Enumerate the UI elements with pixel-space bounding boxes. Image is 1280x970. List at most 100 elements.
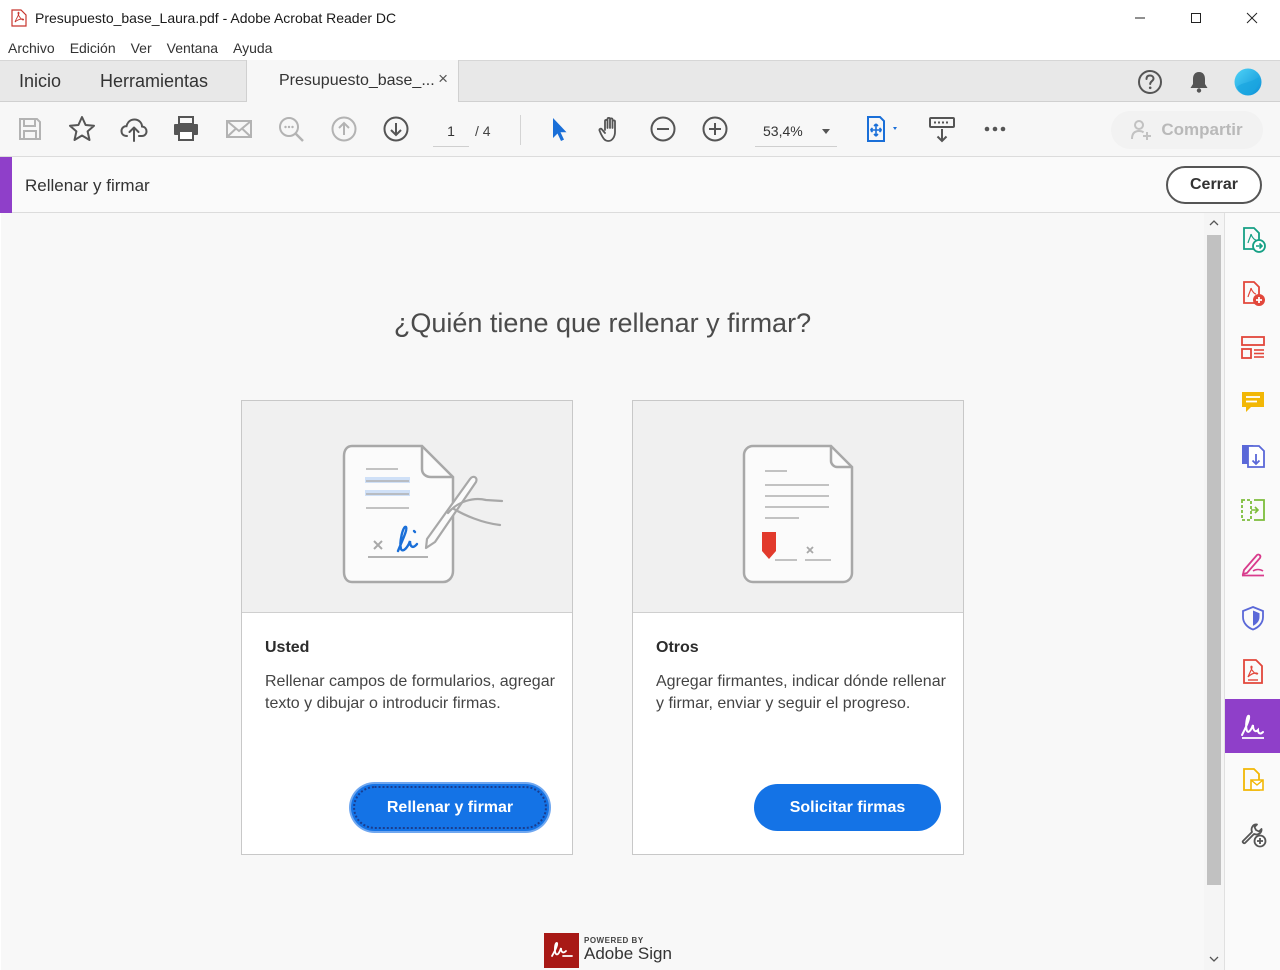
menu-bar: Archivo Edición Ver Ventana Ayuda — [0, 36, 1280, 60]
fit-page-button[interactable] — [860, 113, 906, 145]
notifications-button[interactable] — [1184, 67, 1214, 97]
organize-pages-icon — [1241, 336, 1265, 359]
main-content: ¿Quién tiene que rellenar y firmar? Uste… — [1, 213, 1204, 970]
card-self-title: Usted — [265, 639, 310, 656]
zoom-in-icon — [702, 116, 728, 142]
rail-protect[interactable] — [1225, 591, 1280, 645]
edit-pdf-icon — [1241, 499, 1265, 521]
tab-tools[interactable]: Herramientas — [100, 71, 208, 92]
rail-comment[interactable] — [1225, 375, 1280, 429]
rail-pdf[interactable] — [1225, 645, 1280, 699]
page-number-input[interactable]: 1 — [433, 117, 469, 147]
menu-edicion[interactable]: Edición — [70, 40, 116, 56]
zoom-out-button[interactable] — [647, 113, 679, 145]
maximize-icon — [1191, 13, 1201, 23]
zoom-out-icon — [650, 116, 676, 142]
menu-ventana[interactable]: Ventana — [167, 40, 218, 56]
save-button[interactable] — [14, 113, 46, 145]
pdf-icon — [1243, 659, 1263, 684]
search-icon — [279, 117, 304, 142]
fill-sign-accent — [0, 157, 12, 213]
share-button[interactable]: Compartir — [1111, 111, 1263, 149]
rail-create-pdf[interactable] — [1225, 267, 1280, 321]
bell-icon — [1190, 72, 1208, 93]
sign-document-illustration-icon — [342, 444, 504, 584]
bookmark-button[interactable] — [66, 113, 98, 145]
more-dots-icon — [984, 126, 1006, 132]
next-page-button[interactable] — [380, 113, 412, 145]
rail-fill-sign-pen[interactable] — [1225, 537, 1280, 591]
scrollbar-thumb[interactable] — [1207, 235, 1221, 885]
menu-ver[interactable]: Ver — [131, 40, 152, 56]
select-tool-button[interactable] — [543, 113, 575, 145]
previous-page-button[interactable] — [328, 113, 360, 145]
tab-bar: Inicio Herramientas Presupuesto_base_...… — [0, 60, 1280, 103]
save-icon — [19, 118, 41, 140]
scroll-up-button[interactable] — [1208, 217, 1220, 229]
add-user-icon — [1131, 120, 1152, 140]
close-window-button[interactable] — [1224, 0, 1280, 36]
avatar-icon — [1234, 68, 1262, 96]
export-pdf-icon — [1243, 227, 1266, 253]
export-to-icon — [1242, 445, 1265, 468]
share-label: Compartir — [1161, 120, 1243, 139]
adobe-sign-label: Adobe Sign — [584, 944, 672, 963]
scroll-down-button[interactable] — [1208, 953, 1220, 965]
window-title: Presupuesto_base_Laura.pdf - Adobe Acrob… — [35, 10, 397, 26]
comment-icon — [1242, 392, 1264, 412]
search-button[interactable] — [275, 113, 307, 145]
hand-icon — [598, 116, 616, 142]
card-others-description: Agregar firmantes, indicar dónde rellena… — [656, 673, 946, 712]
menu-ayuda[interactable]: Ayuda — [233, 40, 272, 56]
help-button[interactable] — [1135, 67, 1165, 97]
create-pdf-icon — [1243, 281, 1265, 306]
rail-send-for-review[interactable] — [1225, 753, 1280, 807]
card-others: Otros Agregar firmantes, indicar dónde r… — [632, 400, 964, 855]
zoom-value: 53,4% — [763, 123, 803, 139]
hand-tool-button[interactable] — [595, 113, 627, 145]
shield-icon — [1242, 606, 1264, 631]
minimize-icon — [1135, 17, 1145, 19]
page-total: / 4 — [475, 123, 491, 139]
rail-export-to[interactable] — [1225, 429, 1280, 483]
fit-page-icon — [867, 116, 897, 142]
right-tools-rail — [1224, 213, 1280, 970]
request-signature-illustration-icon — [742, 444, 854, 584]
tab-close-icon[interactable]: × — [438, 69, 448, 89]
toolbar-divider — [520, 115, 521, 145]
vertical-scrollbar[interactable] — [1204, 213, 1224, 970]
email-button[interactable] — [223, 113, 255, 145]
page-heading: ¿Quién tiene que rellenar y firmar? — [393, 308, 812, 338]
more-options-button[interactable] — [979, 113, 1011, 145]
user-avatar[interactable] — [1233, 67, 1263, 97]
close-icon — [1246, 12, 1258, 24]
rail-export-pdf[interactable] — [1225, 213, 1280, 267]
print-button[interactable] — [170, 113, 202, 145]
mail-icon — [226, 120, 252, 138]
chevron-up-icon — [1209, 220, 1219, 226]
upload-button[interactable] — [118, 113, 150, 145]
menu-archivo[interactable]: Archivo — [8, 40, 55, 56]
tab-home[interactable]: Inicio — [19, 71, 61, 92]
acrobat-app-icon — [11, 9, 27, 27]
tab-document[interactable]: Presupuesto_base_... × — [246, 60, 459, 103]
rail-organize-pages[interactable] — [1225, 321, 1280, 375]
chevron-down-icon — [822, 129, 830, 134]
fill-and-sign-button[interactable]: Rellenar y firmar — [351, 784, 549, 831]
zoom-in-button[interactable] — [699, 113, 731, 145]
adobe-sign-branding: POWERED BY Adobe Sign — [544, 932, 672, 968]
rail-more-tools[interactable] — [1225, 807, 1280, 861]
rail-edit-pdf[interactable] — [1225, 483, 1280, 537]
scroll-mode-button[interactable] — [926, 113, 958, 145]
rail-fill-and-sign-active[interactable] — [1225, 699, 1280, 753]
zoom-select[interactable]: 53,4% — [755, 117, 837, 147]
keyboard-scroll-icon — [929, 117, 955, 143]
maximize-button[interactable] — [1168, 0, 1224, 36]
minimize-button[interactable] — [1112, 0, 1168, 36]
request-signatures-button[interactable]: Solicitar firmas — [754, 784, 941, 831]
close-tool-button[interactable]: Cerrar — [1166, 166, 1262, 204]
printer-icon — [174, 116, 198, 141]
fill-sign-header: Rellenar y firmar Cerrar — [0, 157, 1280, 213]
adobe-sign-logo-icon — [544, 932, 579, 968]
title-bar: Presupuesto_base_Laura.pdf - Adobe Acrob… — [0, 0, 1280, 36]
